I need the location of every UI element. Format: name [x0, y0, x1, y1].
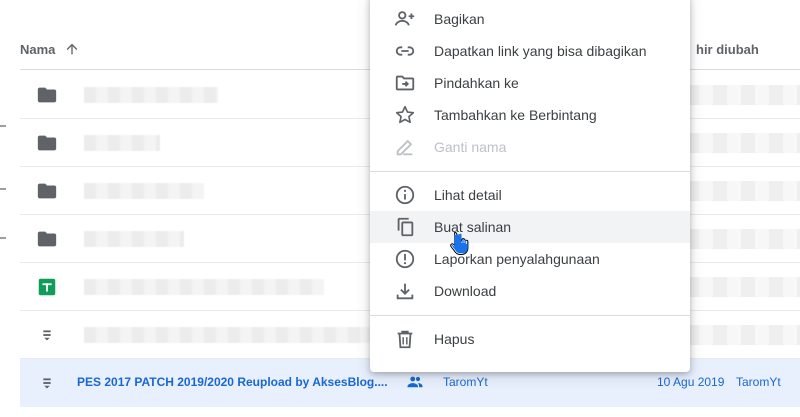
- redacted-meta: [685, 325, 800, 345]
- shared-people-icon: [407, 376, 423, 388]
- menu-item-delete[interactable]: Hapus: [370, 323, 690, 355]
- hand-cursor-icon: [450, 231, 469, 255]
- folder-icon: [37, 231, 57, 247]
- context-menu: Bagikan Dapatkan link yang bisa dibagika…: [370, 0, 690, 372]
- menu-item-move-to[interactable]: Pindahkan ke: [370, 67, 690, 99]
- folder-icon: [37, 135, 57, 151]
- menu-divider: [370, 171, 690, 172]
- menu-item-make-copy[interactable]: Buat salinan: [370, 211, 690, 243]
- column-header-modified[interactable]: hir diubah: [696, 42, 759, 57]
- menu-item-get-link[interactable]: Dapatkan link yang bisa dibagikan: [370, 35, 690, 67]
- folder-icon: [37, 87, 57, 103]
- menu-divider: [370, 315, 690, 316]
- file-icon: [43, 378, 51, 389]
- scroll-marker: [0, 237, 6, 239]
- menu-item-label: Bagikan: [434, 11, 485, 27]
- redacted-meta: [685, 229, 800, 249]
- report-icon: [395, 249, 415, 269]
- menu-item-report-abuse[interactable]: Laporkan penyalahgunaan: [370, 243, 690, 275]
- move-to-folder-icon: [395, 75, 415, 91]
- folder-icon: [37, 183, 57, 199]
- redacted-meta: [685, 181, 800, 201]
- redacted-name: [84, 327, 384, 343]
- menu-item-label: Buat salinan: [434, 219, 512, 235]
- scroll-marker: [0, 125, 6, 127]
- trash-icon: [397, 330, 413, 349]
- redacted-meta: [685, 85, 800, 105]
- file-date: 10 Agu 2019: [657, 375, 725, 389]
- column-header-name[interactable]: Nama: [20, 42, 55, 57]
- menu-item-share[interactable]: Bagikan: [370, 3, 690, 35]
- arrow-up-icon[interactable]: [64, 41, 80, 57]
- menu-item-label: Tambahkan ke Berbintang: [434, 107, 597, 123]
- scroll-marker: [0, 188, 6, 190]
- menu-item-view-details[interactable]: Lihat detail: [370, 179, 690, 211]
- file-icon: [43, 330, 51, 341]
- file-owner: TaromYt: [443, 375, 488, 389]
- menu-item-rename: Ganti nama: [370, 131, 690, 163]
- redacted-name: [84, 135, 160, 151]
- link-icon: [395, 46, 415, 56]
- menu-item-label: Download: [434, 283, 497, 299]
- redacted-meta: [685, 277, 800, 297]
- menu-item-add-star[interactable]: Tambahkan ke Berbintang: [370, 99, 690, 131]
- redacted-name: [84, 183, 204, 199]
- menu-item-download[interactable]: Download: [370, 275, 690, 307]
- menu-item-label: Hapus: [434, 331, 475, 347]
- star-icon: [395, 105, 415, 124]
- menu-item-label: Ganti nama: [434, 139, 507, 155]
- menu-item-label: Pindahkan ke: [434, 75, 519, 91]
- redacted-name: [84, 231, 184, 247]
- info-icon: [395, 185, 415, 205]
- file-modified-by: TaromYt: [736, 375, 781, 389]
- person-add-icon: [394, 11, 415, 26]
- download-icon: [396, 283, 414, 300]
- redacted-name: [84, 87, 218, 103]
- menu-item-label: Lihat detail: [434, 187, 502, 203]
- redacted-name: [84, 279, 324, 295]
- pencil-icon: [396, 139, 413, 156]
- copy-icon: [397, 217, 414, 237]
- menu-item-label: Dapatkan link yang bisa dibagikan: [434, 43, 647, 59]
- file-name[interactable]: PES 2017 PATCH 2019/2020 Reupload by Aks…: [77, 375, 388, 389]
- redacted-meta: [685, 133, 800, 153]
- sheets-icon: [38, 278, 56, 296]
